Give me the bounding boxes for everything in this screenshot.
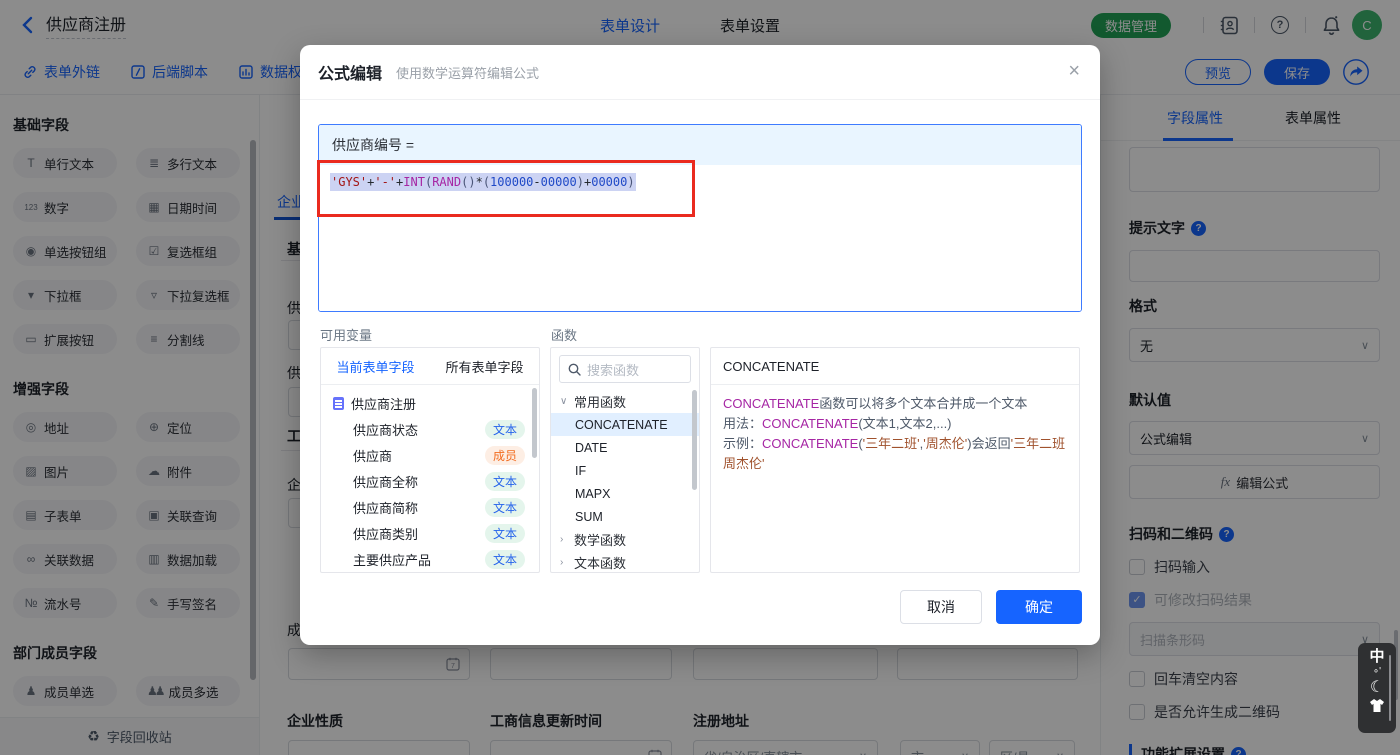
function-item[interactable]: IF [551,459,699,482]
modal-header: 公式编辑 使用数学运算符编辑公式 × [300,45,1100,100]
function-group-label: 文本函数 [574,556,627,571]
function-group-label: 数学函数 [574,533,627,548]
functions-scrollbar[interactable] [692,390,697,490]
variable-name: 主要供应产品 [353,552,432,568]
ime-expand-handle[interactable] [1389,655,1391,721]
app-root: 供应商注册 表单设计 表单设置 数据管理 ? C 表单外链 后端脚本 数据权限 预览… [0,0,1400,755]
root-form-name: 供应商注册 [351,397,417,412]
variables-label: 可用变量 [320,328,373,343]
variable-row[interactable]: 供应商简称 文本 [321,494,539,520]
search-icon [568,363,581,376]
detail-token: (文本1,文本2,...) [858,416,952,431]
variable-row[interactable]: 主要供应产品 文本 [321,546,539,572]
detail-token: 函数可以将多个文本合并成一个文本 [819,396,1028,411]
variables-panel: 当前表单字段 所有表单字段 供应商注册 供应商状态 文本 供应商 成员 供应商全称 文本供… [320,347,540,573]
ime-status-widget[interactable]: 中 ∘' ☾ [1358,643,1396,733]
variable-type-badge: 文本 [485,471,525,491]
function-item[interactable]: CONCATENATE [551,413,699,436]
function-item[interactable]: DATE [551,436,699,459]
formula-editor[interactable]: 供应商编号 = 'GYS'+'-'+INT(RAND()*(100000-000… [318,124,1082,312]
variable-type-badge: 文本 [485,497,525,517]
variable-row[interactable]: 供应商状态 文本 [321,416,539,442]
detail-token: '周杰伦' [923,436,968,451]
function-search-box[interactable]: 搜索函数 [559,355,691,383]
function-example: 示例：CONCATENATE('三年二班','周杰伦')会返回'三年二班周杰伦' [723,434,1067,474]
variable-name: 供应商 [353,448,393,464]
form-document-icon [333,397,344,410]
variables-rows: 供应商状态 文本 供应商 成员 供应商全称 文本 供应商简称 文本 供应商类别 文本 主要供应产品文… [321,416,539,572]
ime-punctuation-icon[interactable]: ∘' [1373,667,1381,677]
variables-scrollbar[interactable] [532,388,537,458]
variable-name: 供应商全称 [353,474,419,490]
detail-token: CONCATENATE [723,396,820,411]
detail-token: CONCATENATE [762,416,859,431]
chevron-right-icon: › [560,534,564,545]
ime-skin-shirt-icon[interactable] [1369,699,1385,716]
formula-edit-modal: 公式编辑 使用数学运算符编辑公式 × 供应商编号 = 'GYS'+'-'+INT… [300,45,1100,645]
function-detail-body: CONCATENATE函数可以将多个文本合并成一个文本 用法：CONCATENA… [711,385,1079,483]
search-placeholder: 搜索函数 [587,362,640,378]
variable-type-badge: 成员 [485,445,525,465]
variable-row[interactable]: 供应商全称 文本 [321,468,539,494]
function-group-label: 常用函数 [574,395,627,410]
modal-subtitle: 使用数学运算符编辑公式 [396,65,540,81]
chevron-down-icon: ∨ [560,396,568,407]
detail-token: CONCATENATE [762,436,859,451]
variable-type-badge: 文本 [485,549,525,569]
cancel-button[interactable]: 取消 [900,590,982,624]
function-usage: 用法：CONCATENATE(文本1,文本2,...) [723,414,1067,434]
variable-type-badge: 文本 [485,419,525,439]
function-group-collapsed[interactable]: › 文本函数 [551,551,699,572]
function-description: CONCATENATE函数可以将多个文本合并成一个文本 [723,394,1067,414]
close-icon[interactable]: × [1068,61,1080,81]
function-group-collapsed[interactable]: › 数学函数 [551,528,699,551]
variable-name: 供应商状态 [353,422,419,438]
variable-type-badge: 文本 [485,523,525,543]
variable-name: 供应商类别 [353,526,419,542]
formula-target: 供应商编号 = [319,125,1081,165]
variables-root-node[interactable]: 供应商注册 [321,391,539,416]
function-group-expanded[interactable]: ∨ 常用函数 [551,390,699,413]
chevron-right-icon: › [560,557,564,568]
confirm-button[interactable]: 确定 [996,590,1082,624]
variable-name: 供应商简称 [353,500,419,516]
detail-token: '三年二班' [862,436,920,451]
variable-row[interactable]: 供应商类别 文本 [321,520,539,546]
function-item[interactable]: MAPX [551,482,699,505]
annotation-highlight-box [317,160,695,217]
detail-token: 示例： [723,436,763,451]
tab-all-form-fields[interactable]: 所有表单字段 [430,348,539,384]
function-detail-title: CONCATENATE [711,348,1079,385]
modal-footer: 取消 确定 [900,590,1082,624]
functions-tree: ∨ 常用函数 CONCATENATE DATE IF MAPX SUM › 数学函数 › 文本函数 [551,390,699,572]
functions-panel: 搜索函数 ∨ 常用函数 CONCATENATE DATE IF MAPX SUM › 数学函数 ›… [550,347,700,573]
variables-tabs: 当前表单字段 所有表单字段 [321,348,539,385]
tab-current-form-fields[interactable]: 当前表单字段 [321,348,430,384]
detail-token: 用法： [723,416,763,431]
detail-token: 会返回 [971,436,1011,451]
ime-fullwidth-moon-icon[interactable]: ☾ [1370,679,1384,697]
functions-label: 函数 [551,328,578,343]
function-item[interactable]: SUM [551,505,699,528]
ime-chinese-mode[interactable]: 中 [1369,648,1384,665]
function-detail-panel: CONCATENATE CONCATENATE函数可以将多个文本合并成一个文本 … [710,347,1080,573]
modal-title: 公式编辑 [318,66,383,83]
variable-row[interactable]: 供应商 成员 [321,442,539,468]
